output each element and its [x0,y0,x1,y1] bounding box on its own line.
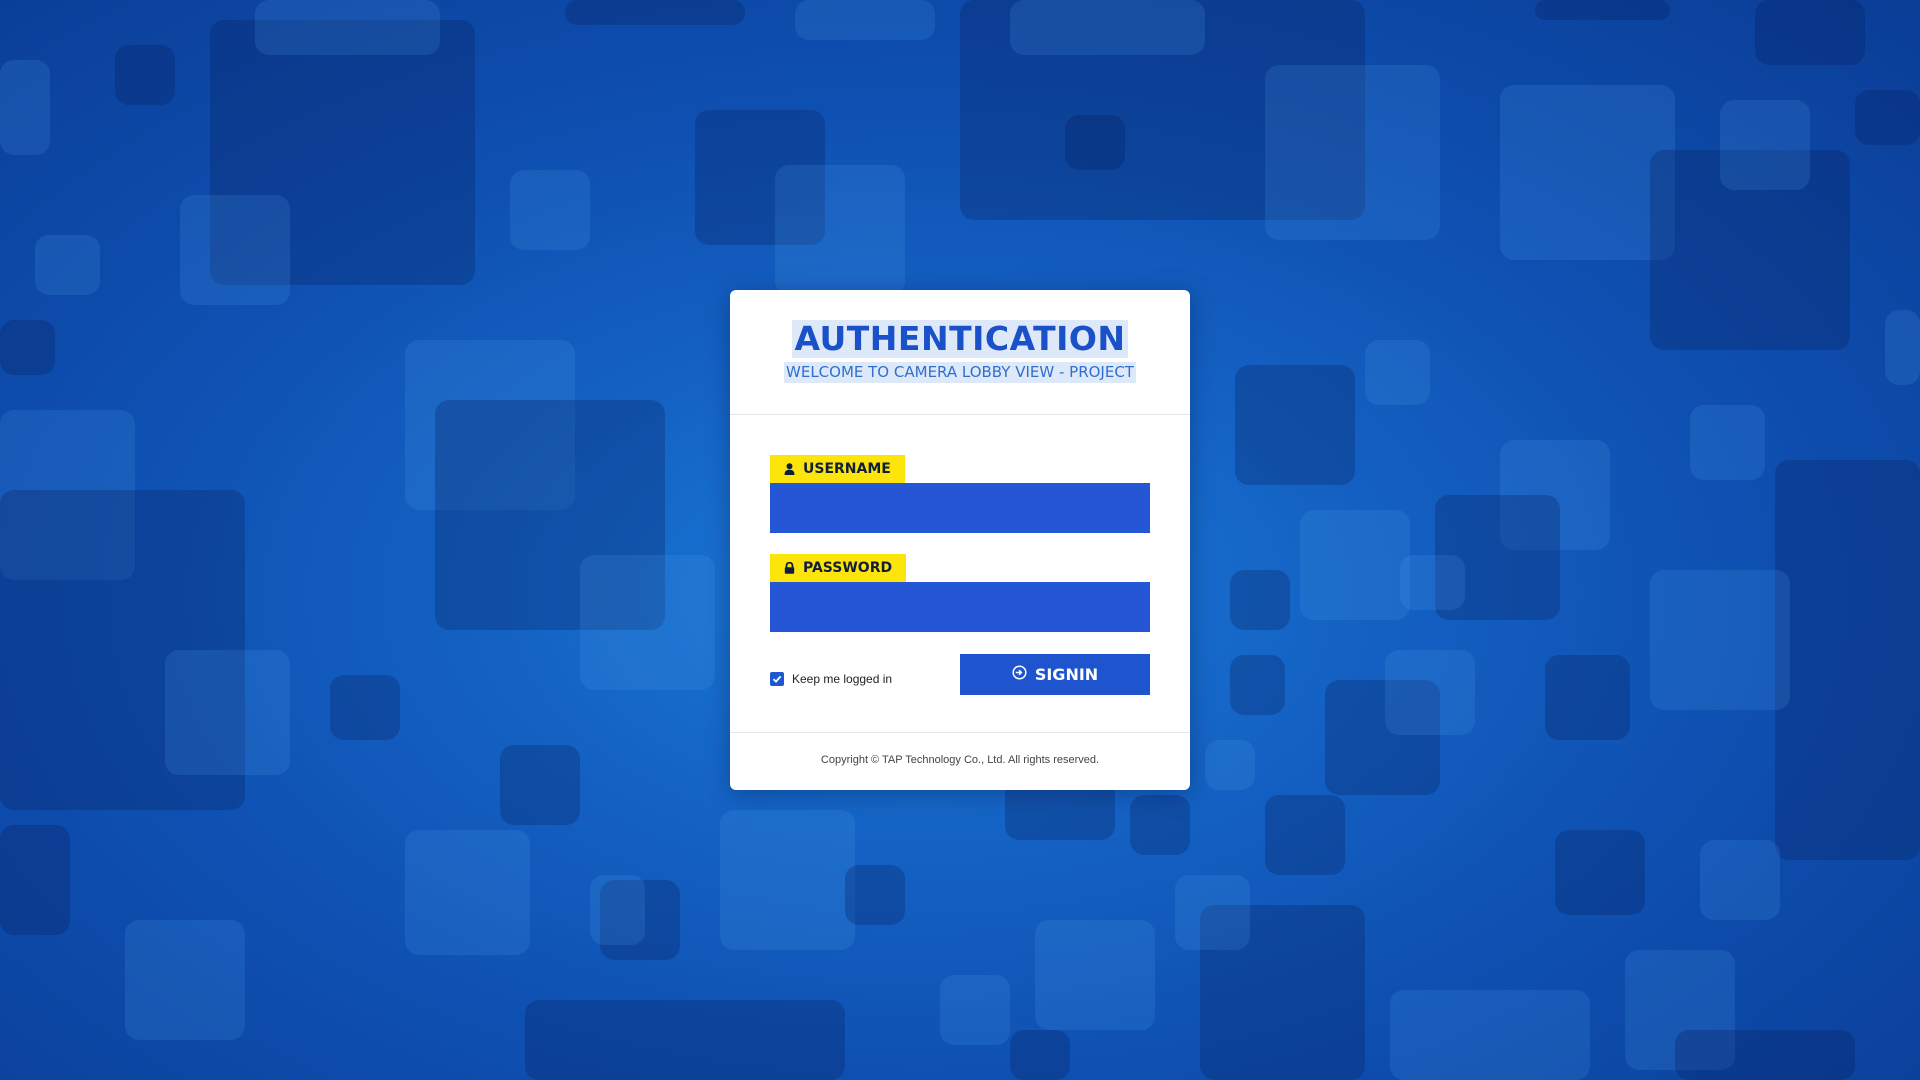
password-label-text: PASSWORD [803,560,893,576]
login-card: AUTHENTICATION WELCOME TO CAMERA LOBBY V… [730,290,1190,790]
login-form: USERNAME PASSWORD Keep me logged in SIGN… [730,415,1190,733]
keep-logged-in-label: Keep me logged in [792,672,893,686]
password-label: PASSWORD [770,554,907,582]
page-title: AUTHENTICATION [792,319,1128,358]
user-icon [784,463,795,475]
username-label: USERNAME [770,455,905,483]
copyright: Copyright © TAP Technology Co., Ltd. All… [820,754,1100,766]
login-header: AUTHENTICATION WELCOME TO CAMERA LOBBY V… [730,290,1190,415]
signin-button-label: SIGNIN [1034,665,1099,684]
lock-icon [784,562,795,574]
keep-logged-in[interactable]: Keep me logged in [770,672,892,686]
password-input[interactable] [770,582,1150,632]
signin-button[interactable]: SIGNIN [960,654,1150,695]
check-icon [772,675,782,683]
username-label-text: USERNAME [803,461,891,477]
sign-in-icon [1012,665,1027,684]
keep-logged-in-checkbox[interactable] [770,672,784,686]
username-input[interactable] [770,483,1150,533]
page-subtitle: WELCOME TO CAMERA LOBBY VIEW - PROJECT [784,362,1136,383]
